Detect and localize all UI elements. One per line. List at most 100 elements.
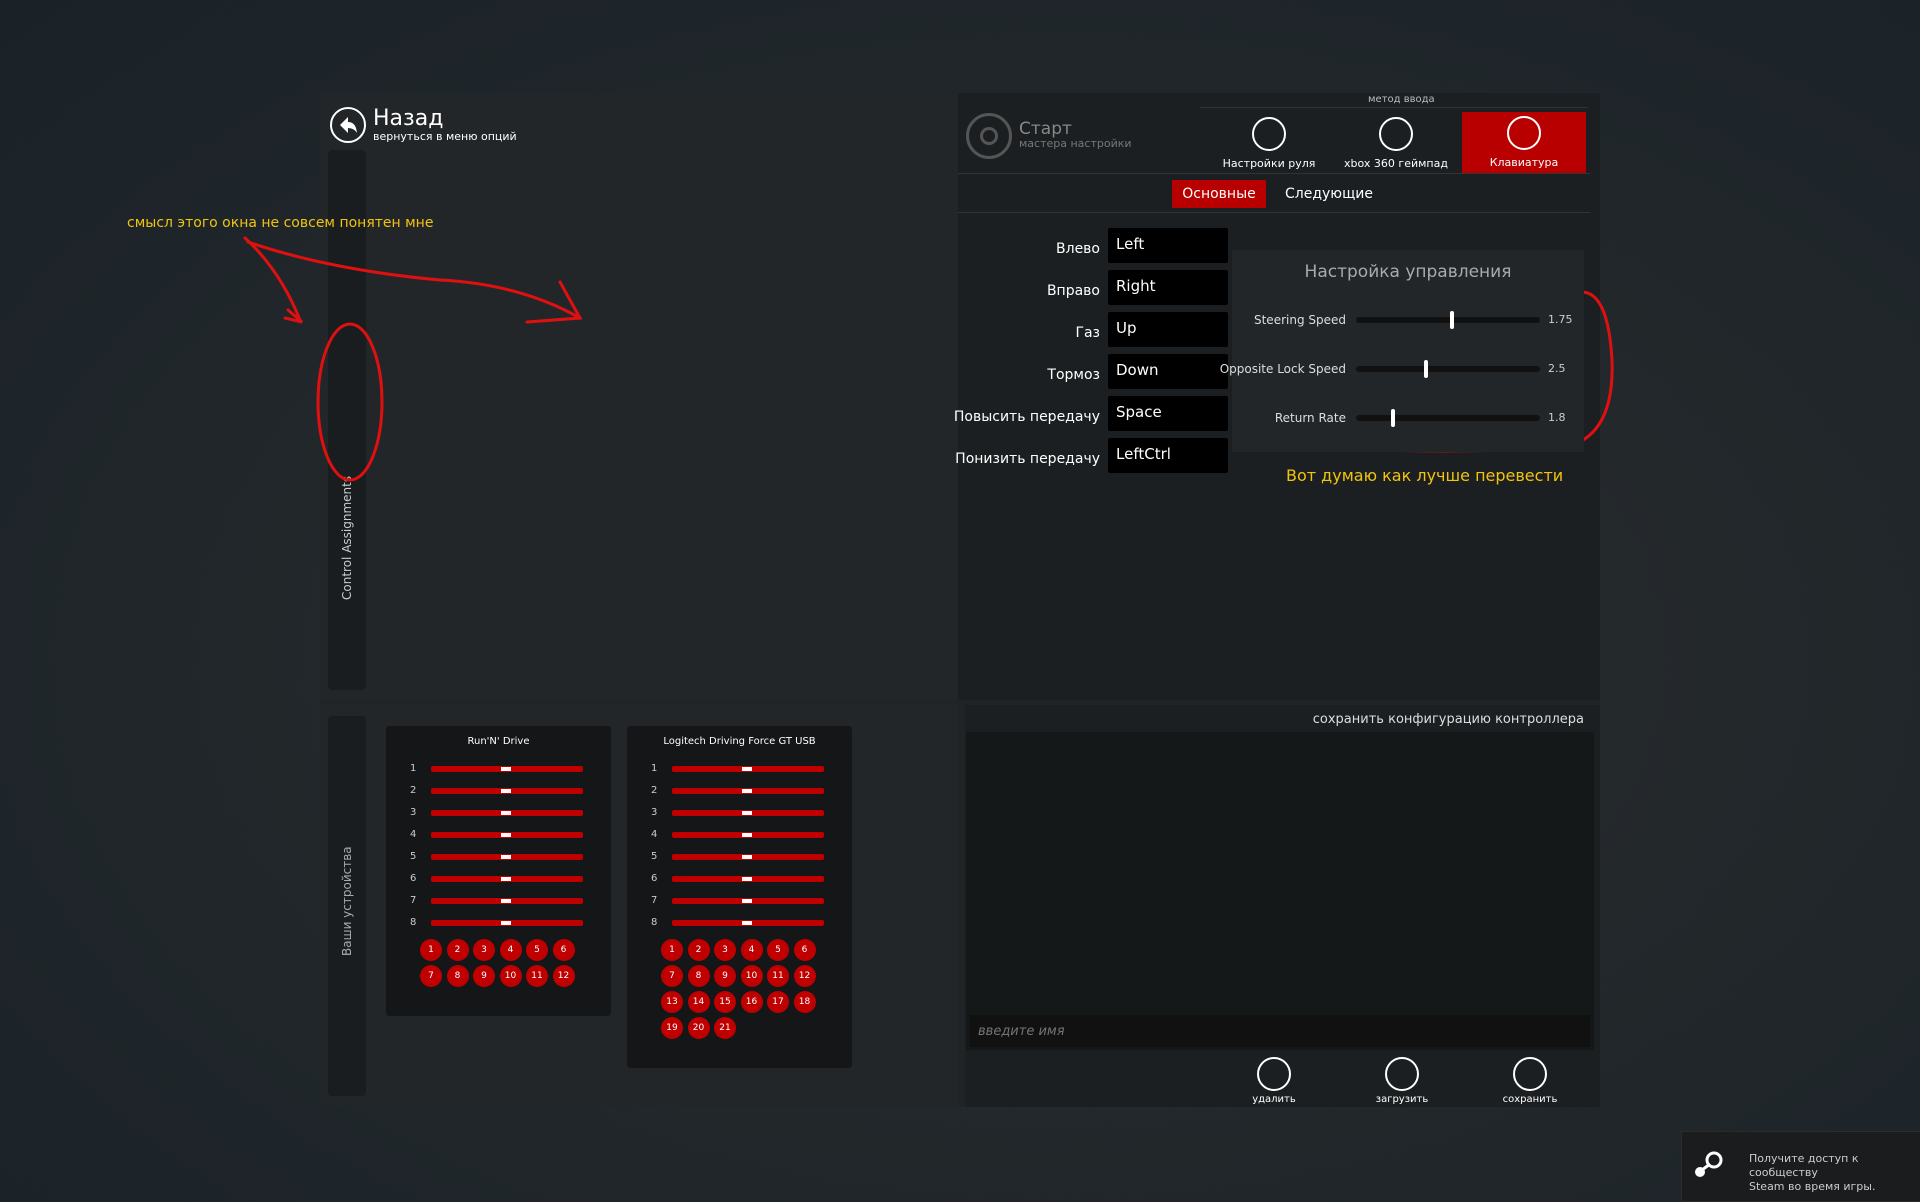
slider-steering-speed[interactable] [1356,311,1540,329]
annotation-strokes [243,236,1614,482]
slider-label-return-rate: Return Rate [1274,411,1346,425]
binding-key-right[interactable]: Right [1108,270,1228,305]
device-button: 20 [687,1017,710,1039]
device-button: 8 [446,965,469,987]
load-label: загрузить [1375,1094,1429,1105]
device-button: 6 [552,939,575,961]
axis-number: 8 [410,917,417,928]
axis-indicator [742,789,752,793]
method-gamepad-label: xbox 360 геймпад [1344,157,1448,170]
annotation-note-translate: Вот думаю как лучше перевести [1286,466,1564,485]
axis-indicator [742,833,752,837]
binding-key-gear-up[interactable]: Space [1108,396,1228,431]
binding-key-brake[interactable]: Down [1108,354,1228,389]
axis-number: 5 [410,851,417,862]
device-button: 19 [661,1017,683,1039]
binding-label-left: Влево [1056,241,1100,257]
tab-next[interactable]: Следующие [1285,186,1373,202]
divider [958,173,1590,174]
slider-label-opposite-lock: Opposite Lock Speed [1219,362,1346,376]
device-button: 9 [714,965,736,987]
axis-indicator [742,811,752,815]
axis-number: 4 [410,829,417,840]
input-method-label: метод ввода [1368,94,1435,105]
axis-indicator [501,877,511,881]
binding-key-gear-down[interactable]: LeftCtrl [1108,438,1228,473]
axis-number: 8 [651,917,658,928]
method-keyboard[interactable]: Клавиатура [1462,112,1586,173]
slider-opposite-lock[interactable] [1356,360,1540,378]
config-list[interactable] [966,732,1594,1050]
device-button: 12 [552,965,575,987]
axis-indicator [501,921,511,925]
device-button: 10 [740,965,763,987]
slider-thumb[interactable] [1423,360,1428,378]
slider-value-return-rate: 1.8 [1548,411,1566,424]
slider-return-rate[interactable] [1356,409,1540,427]
axis-indicator [501,789,511,793]
axis-number: 3 [651,807,658,818]
steam-line-1: Получите доступ к сообществу [1749,1152,1859,1179]
device-button: 8 [687,965,710,987]
annotation-arrow-right [246,240,582,320]
slider-thumb[interactable] [1449,311,1454,329]
keyboard-icon [1507,116,1541,150]
device-name: Run'N' Drive [467,736,530,747]
device-button: 4 [499,939,522,961]
slider-value-steering-speed: 1.75 [1548,313,1573,326]
device-button: 7 [420,965,442,987]
device-card: Logitech Driving Force GT USB 1234567812… [627,726,852,1068]
axis-indicator [742,877,752,881]
input-method-divider [1200,107,1588,108]
binding-label-right: Вправо [1046,283,1100,299]
binding-key-throttle[interactable]: Up [1108,312,1228,347]
device-button: 7 [661,965,683,987]
device-button: 9 [473,965,495,987]
device-card: Run'N' Drive 1 2 3 4 5 6 7 8 1 2 3 4 5 6 7 8 9 10 11 12 [386,726,611,1016]
save-button[interactable]: сохранить [1490,1057,1570,1105]
annotation-arrowhead-right [525,280,583,324]
binding-label-brake: Тормоз [1047,367,1100,383]
device-button: 12 [793,965,816,987]
load-icon [1385,1057,1419,1091]
axis-indicator [742,767,752,771]
device-button: 6 [793,939,816,961]
axis-bar [431,854,583,860]
axis-bar [672,854,824,860]
device-button: 3 [714,939,736,961]
wizard-wheel-icon[interactable] [966,113,1012,159]
device-button: 4 [740,939,763,961]
load-button[interactable]: загрузить [1362,1057,1442,1105]
device-button: 5 [526,939,548,961]
delete-button[interactable]: удалить [1234,1057,1314,1105]
wizard-title[interactable]: Старт [1019,119,1072,139]
method-gamepad[interactable]: xbox 360 геймпад [1336,113,1456,173]
axis-number: 6 [651,873,658,884]
axis-bar [672,920,824,926]
device-button: 14 [687,991,710,1013]
binding-key-left[interactable]: Left [1108,228,1228,263]
slider-thumb[interactable] [1390,409,1395,427]
axis-number: 7 [410,895,417,906]
axis-bar [672,876,824,882]
tab-basic[interactable]: Основные [1172,180,1266,208]
axis-bar [431,788,583,794]
axis-indicator [742,921,752,925]
save-icon [1513,1057,1547,1091]
device-button: 1 [420,939,442,961]
config-name-input[interactable] [970,1015,1590,1047]
axis-number: 6 [410,873,417,884]
method-steering-wheel[interactable]: Настройки руля [1209,113,1329,173]
steam-notification-text: Получите доступ к сообществу Steam во вр… [1749,1152,1920,1194]
axis-bar [672,810,824,816]
device-button: 21 [714,1017,736,1039]
axis-indicator [742,855,752,859]
axis-number: 2 [651,785,658,796]
axis-number: 2 [410,785,417,796]
axis-number: 7 [651,895,658,906]
axis-bar [672,832,824,838]
axis-bar [431,766,583,772]
device-button: 2 [687,939,710,961]
axis-number: 4 [651,829,658,840]
device-button: 11 [526,965,548,987]
